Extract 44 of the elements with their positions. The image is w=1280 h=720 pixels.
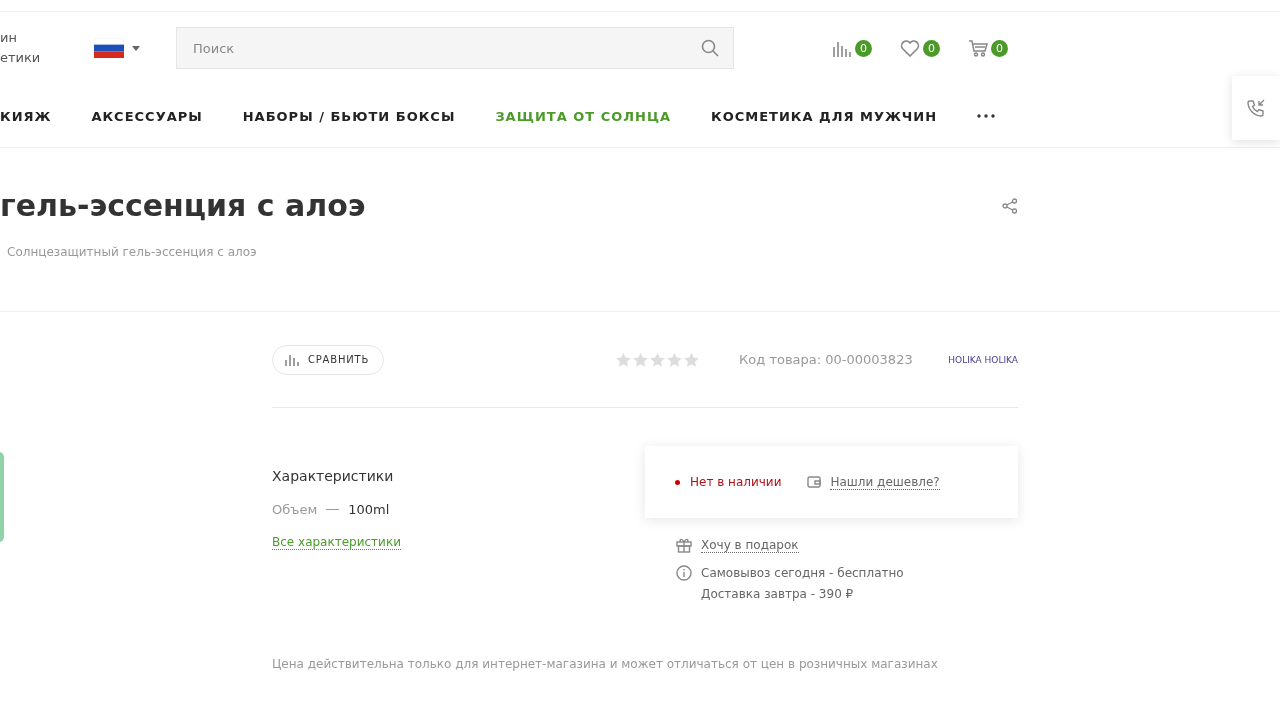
nav-item[interactable]: ЗАЩИТА ОТ СОЛНЦА — [495, 108, 672, 124]
star-icon — [616, 352, 632, 367]
search-field[interactable]: Поиск — [176, 27, 734, 69]
nav-item[interactable]: КИЯЖ — [0, 108, 52, 124]
all-characteristics-link[interactable]: Все характеристики — [272, 535, 401, 550]
star-icon — [667, 352, 683, 367]
caret-icon — [132, 45, 140, 51]
nav-item[interactable]: АКСЕССУАРЫ — [91, 108, 203, 124]
search-icon[interactable] — [701, 39, 719, 57]
count-badge: 0 — [923, 39, 940, 57]
price-note: Цена действительна только для интернет-магазина и может отличаться от цен в розничных магазинах — [272, 657, 939, 671]
star-icon — [650, 352, 666, 367]
nav-item[interactable]: КОСМЕТИКА ДЛЯ МУЖЧИН — [711, 108, 938, 124]
star-icon — [684, 352, 700, 367]
found-cheaper-link[interactable]: Нашли дешевле? — [830, 474, 940, 490]
property-value: 100ml — [348, 502, 390, 517]
section-title: Характеристики — [272, 468, 394, 484]
product-code: Код товара: 00-00003823 — [739, 352, 913, 367]
bar-chart-icon[interactable] — [832, 39, 852, 57]
flag-icon — [94, 38, 124, 58]
logo-text[interactable]: ин етики — [0, 28, 94, 68]
callback-button[interactable] — [1232, 76, 1280, 140]
cart-icon[interactable] — [968, 39, 988, 57]
count-badge: 0 — [855, 39, 872, 57]
delivery-info: Самовывоз сегодня - бесплатно — [701, 565, 904, 582]
wallet-icon — [807, 476, 822, 488]
info-icon — [676, 565, 692, 581]
brand-link[interactable]: HOLIKA HOLIKA — [948, 354, 1018, 365]
star-rating[interactable] — [616, 352, 700, 367]
gift-icon — [676, 537, 692, 553]
gift-link[interactable]: Хочу в подарок — [701, 537, 799, 553]
star-icon — [633, 352, 649, 367]
heart-icon[interactable] — [900, 39, 920, 57]
nav-item[interactable]: НАБОРЫ / БЬЮТИ БОКСЫ — [242, 108, 456, 124]
product-title: гель-эссенция с алоэ — [0, 188, 366, 223]
delivery-info: Доставка завтра - 390 ₽ — [701, 586, 855, 603]
count-badge: 0 — [991, 39, 1008, 57]
compare-button[interactable]: СРАВНИТЬ — [272, 344, 385, 375]
bar-chart-icon — [285, 353, 299, 366]
share-icon[interactable] — [1002, 197, 1018, 214]
property-name: Объем — [272, 502, 318, 517]
phone-icon — [1247, 99, 1265, 117]
stock-status: Нет в наличии — [690, 475, 782, 489]
more-icon[interactable] — [977, 114, 996, 118]
